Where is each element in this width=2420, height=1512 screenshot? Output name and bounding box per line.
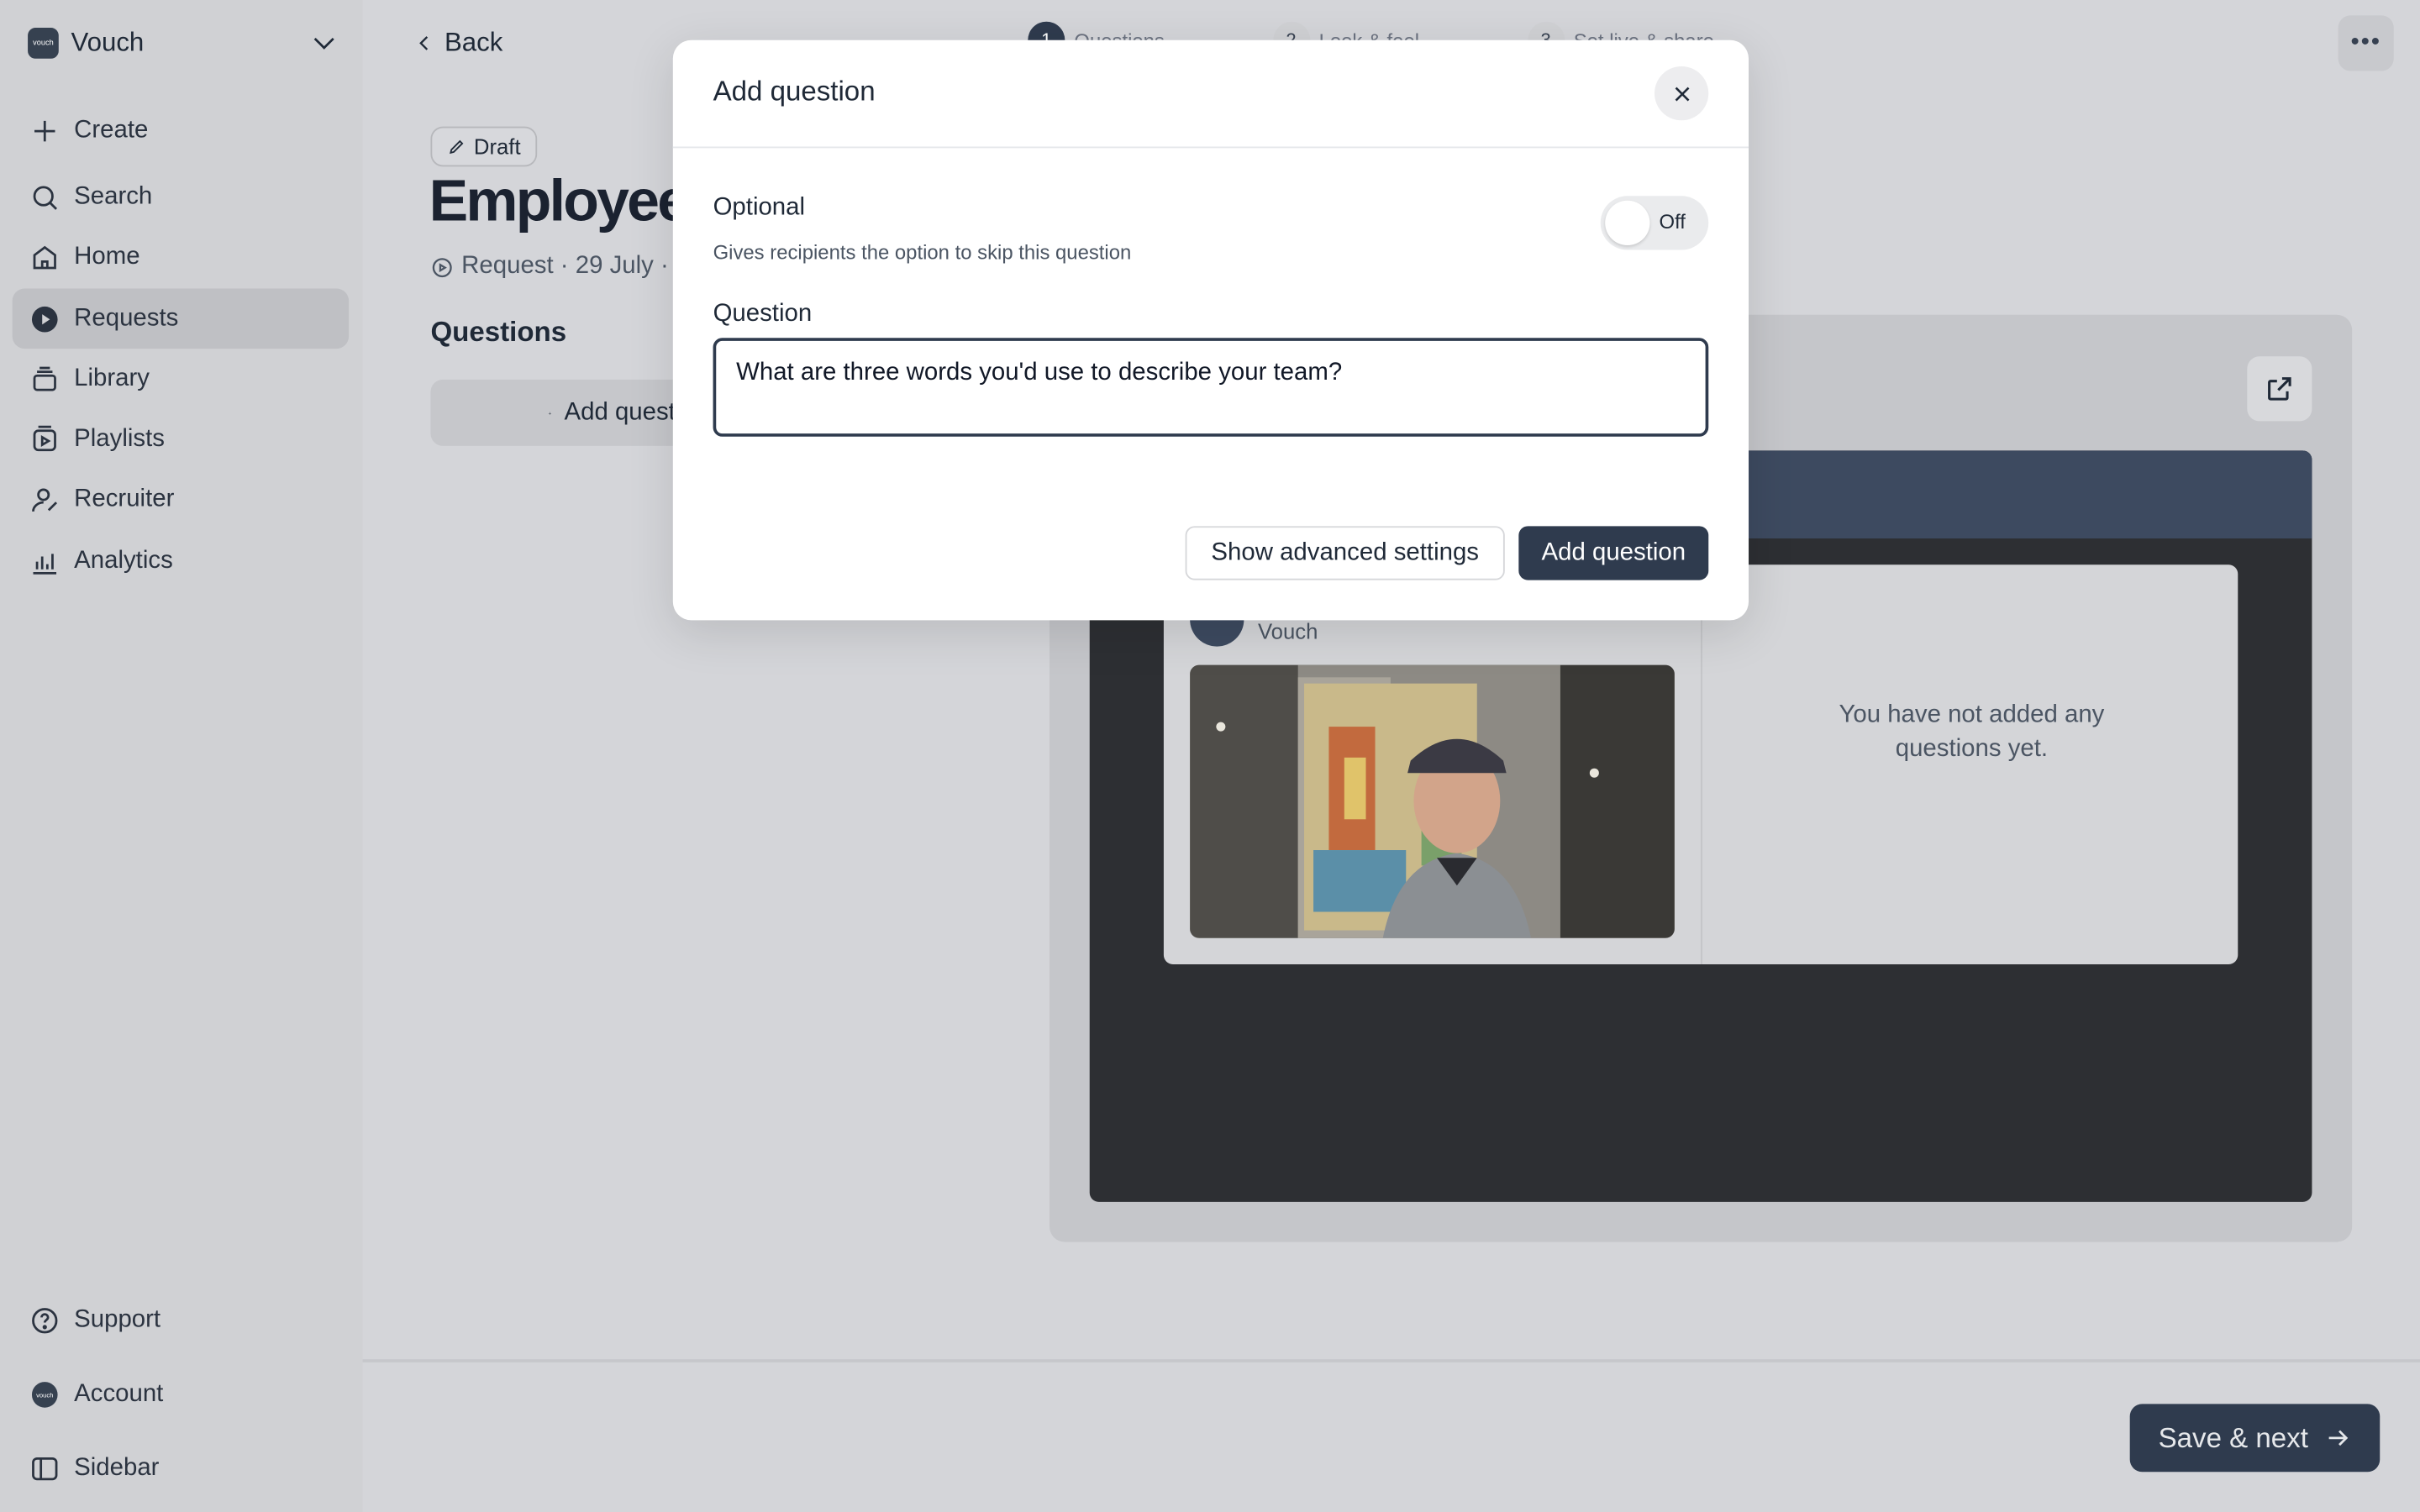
workspace-switcher[interactable]: vouch Vouch [28, 24, 345, 61]
footer-divider [362, 1359, 2420, 1362]
optional-label: Optional [713, 194, 806, 221]
sidebar-item-label: Search [74, 182, 153, 209]
status-badge: Draft [430, 126, 538, 167]
close-icon [1674, 86, 1689, 101]
chevron-left-icon [419, 36, 429, 50]
workspace-name: Vouch [71, 28, 145, 57]
close-button[interactable] [1654, 66, 1709, 121]
sidebar-item-label: Analytics [74, 547, 173, 574]
sidebar-icon [28, 1451, 61, 1484]
arrow-right-icon [2328, 1430, 2348, 1446]
ellipsis-icon: ••• [2350, 29, 2381, 56]
card-divider [1701, 564, 1702, 964]
sidebar-item-label: Playlists [74, 425, 165, 452]
sidebar-item-label: Library [74, 365, 150, 391]
empty-questions-message: You have not added any questions yet. [1839, 701, 2105, 763]
save-next-button[interactable]: Save & next [2129, 1404, 2381, 1473]
playlist-icon [28, 422, 61, 455]
sidebar-item-playlists[interactable]: Playlists [13, 409, 349, 470]
sidebar-item-create[interactable]: Create [13, 100, 349, 160]
sidebar-item-search[interactable]: Search [13, 166, 349, 227]
request-meta: Request · 29 July · [430, 253, 677, 281]
sidebar-item-label: Support [74, 1305, 161, 1333]
sidebar-item-label: Account [74, 1379, 164, 1407]
pencil-icon [450, 139, 464, 155]
sidebar-item-label: Home [74, 243, 140, 270]
avatar: vouch [28, 1377, 61, 1410]
video-frame-image [1190, 664, 1675, 938]
sidebar-item-analytics[interactable]: Analytics [13, 531, 349, 591]
video-thumbnail[interactable] [1190, 664, 1675, 938]
sidebar-item-label: Create [74, 116, 149, 143]
sidebar-item-support[interactable]: Support [13, 1290, 349, 1351]
add-question-inline-button[interactable]: Add question [430, 379, 709, 446]
home-icon [28, 240, 61, 274]
sidebar-item-label: Sidebar [74, 1454, 160, 1481]
help-icon [28, 1303, 61, 1336]
question-input[interactable]: What are three words you'd use to descri… [713, 338, 1709, 437]
request-icon [432, 257, 452, 277]
chevron-down-icon [310, 29, 338, 65]
workspace-logo: vouch [28, 28, 59, 59]
sidebar-item-label: Requests [74, 304, 179, 331]
question-label: Question [713, 301, 813, 328]
sidebar-item-label: Recruiter [74, 485, 175, 512]
search-icon [28, 180, 61, 213]
show-advanced-settings-button[interactable]: Show advanced settings [1185, 526, 1505, 580]
svg-text:vouch: vouch [36, 1391, 53, 1399]
toggle-knob [1605, 200, 1650, 246]
questions-heading: Questions [430, 316, 567, 348]
org-name: Vouch [1257, 618, 1318, 643]
recruiter-icon [28, 482, 61, 516]
library-icon [28, 362, 61, 396]
sidebar-item-sidebar[interactable]: Sidebar [13, 1438, 349, 1499]
back-button[interactable]: Back [413, 24, 502, 61]
modal-header: Add question [672, 40, 1749, 149]
sidebar-item-home[interactable]: Home [13, 227, 349, 287]
back-label: Back [444, 28, 503, 57]
request-meta-text: Request · 29 July · [461, 253, 669, 280]
more-options-button[interactable]: ••• [2338, 15, 2394, 71]
toggle-state: Off [1659, 209, 1686, 234]
optional-toggle[interactable]: Off [1600, 196, 1709, 250]
modal-title: Add question [713, 76, 876, 107]
add-question-modal: Add question Optional Gives recipients t… [672, 39, 1749, 621]
analytics-icon [28, 543, 61, 577]
sidebar-item-requests[interactable]: Requests [12, 288, 350, 349]
sidebar-item-account[interactable]: vouch Account [13, 1364, 349, 1425]
sidebar-item-recruiter[interactable]: Recruiter [13, 469, 349, 529]
status-label: Draft [473, 134, 521, 160]
optional-description: Gives recipients the option to skip this… [713, 240, 1132, 265]
save-next-label: Save & next [2158, 1421, 2308, 1453]
add-question-button[interactable]: Add question [1518, 526, 1709, 580]
sidebar-item-library[interactable]: Library [13, 349, 349, 409]
external-link-icon [2268, 377, 2291, 401]
sidebar: vouch Vouch Create Search Home Requests … [0, 0, 363, 1512]
requests-icon [28, 302, 61, 335]
plus-icon [548, 411, 552, 414]
open-preview-button[interactable] [2247, 356, 2312, 422]
page-title: Employee Spotlight [429, 170, 676, 235]
plus-icon [28, 113, 61, 147]
